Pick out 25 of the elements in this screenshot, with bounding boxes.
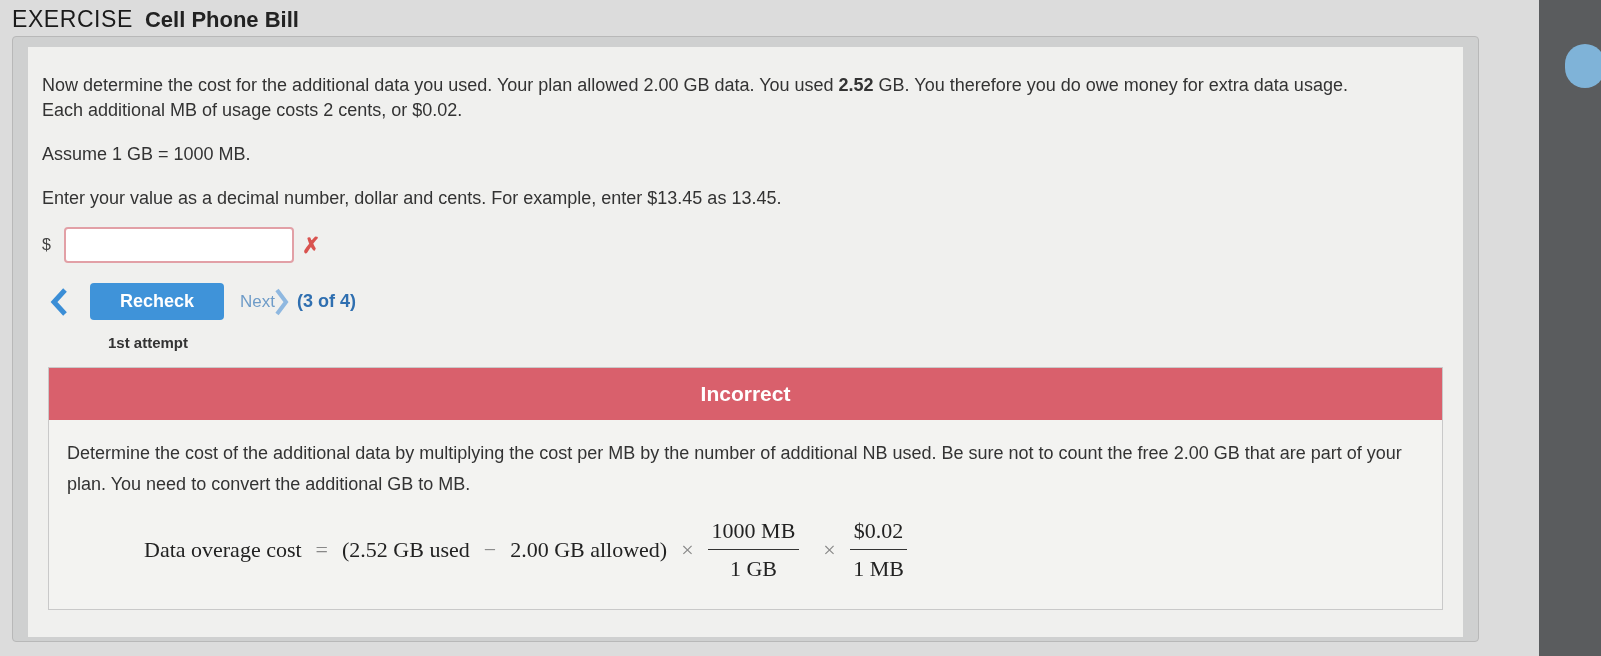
times-sign: ×	[823, 535, 836, 564]
fraction-numerator: $0.02	[849, 513, 908, 550]
exercise-label: EXERCISE	[12, 5, 133, 34]
incorrect-mark: ✗	[302, 231, 320, 260]
recheck-button[interactable]: Recheck	[90, 283, 224, 320]
problem-text: Enter your value as a decimal number, dollar and cents. For example, enter $13.45 as 13.45.	[42, 187, 783, 210]
exercise-title: Cell Phone Bill	[144, 6, 299, 34]
equals-sign: =	[315, 535, 328, 564]
answer-field[interactable]	[64, 227, 294, 263]
times-sign: ×	[681, 535, 694, 564]
feedback-text: Determine the cost of the additional data by multiplying the cost per MB by the number of additional NB used. Be sure not to count the free 2.00 GB that are part of your plan. You need to convert the additional GB to MB.	[66, 441, 1403, 496]
fraction-numerator: 1000 MB	[707, 513, 800, 550]
formula-label: Data overage cost	[144, 535, 302, 564]
attempt-label: 1st attempt	[108, 333, 190, 353]
formula-term: (2.52 GB used	[342, 535, 470, 564]
fraction-denominator: 1 MB	[853, 554, 904, 583]
progress-label: (3 of 4)	[296, 290, 356, 313]
feedback-banner: Incorrect	[49, 367, 1442, 420]
problem-text: Assume 1 GB = 1000 MB.	[42, 143, 252, 166]
formula-term: 2.00 GB allowed)	[510, 535, 668, 564]
currency-label: $	[42, 235, 52, 255]
minus-sign: −	[483, 535, 497, 564]
fraction-denominator: 1 GB	[729, 554, 777, 583]
problem-text: Now determine the cost for the additional data you used. Your plan allowed 2.00 GB data. You used 2.52 GB. You therefore you do owe money for extra data usage. Each additional MB of usage costs 2 cents, or $0.02.	[42, 74, 1349, 122]
side-button[interactable]	[1565, 44, 1601, 88]
